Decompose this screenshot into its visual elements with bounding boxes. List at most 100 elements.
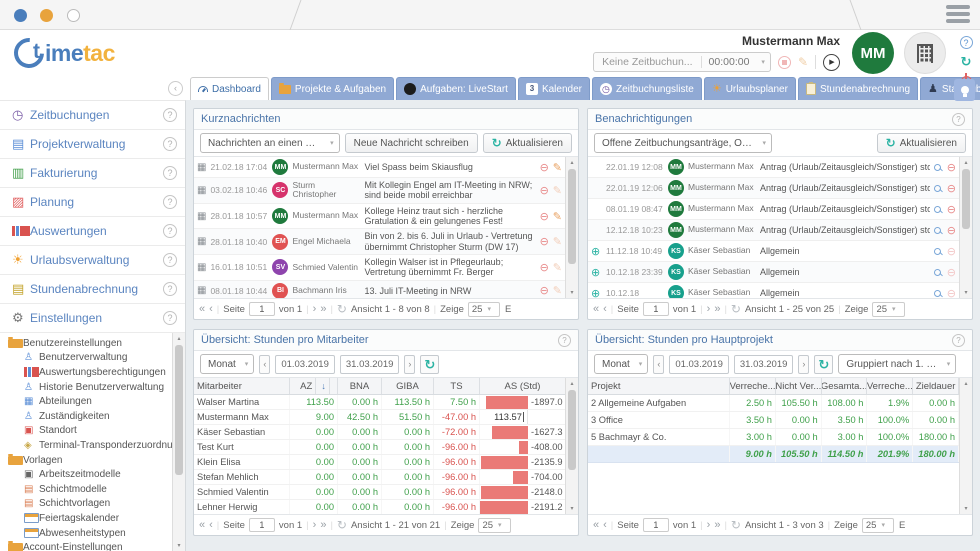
search-icon[interactable] [934, 248, 941, 255]
message-row[interactable]: ▦ 03.02.18 10:46 SC Sturm Christopher Mi… [194, 178, 565, 204]
delete-icon[interactable]: ⊖ [540, 184, 549, 197]
employee-row[interactable]: Lehner Herwig 0.00 0.00 h 0.00 h -96.00 … [194, 500, 565, 514]
window-dot-yellow[interactable] [40, 9, 53, 22]
prev-page-icon[interactable]: ‹ [603, 303, 607, 315]
next-page-icon[interactable]: › [707, 303, 711, 315]
page-input[interactable] [643, 518, 669, 532]
scroll-up-icon[interactable]: ▴ [173, 335, 185, 342]
help-icon[interactable]: ? [163, 137, 177, 151]
tree-scrollbar[interactable]: ▴ ▾ [172, 333, 185, 551]
refresh-icon[interactable]: ↻ [337, 518, 347, 532]
message-filter-select[interactable]: Nachrichten an einen Mitarbeiter, L ▾ [200, 133, 340, 153]
next-period-button[interactable]: › [798, 355, 809, 374]
dismiss-icon[interactable]: ⊖ [947, 182, 956, 195]
chevron-down-icon[interactable]: ▾ [756, 58, 770, 66]
scrollbar-thumb[interactable] [175, 345, 183, 475]
period-select[interactable]: Monat ▾ [200, 354, 254, 374]
scrollbar-thumb[interactable] [568, 169, 576, 264]
help-icon[interactable]: ? [163, 195, 177, 209]
notification-row[interactable]: ⊕ 12.12.18 10:23 MM Mustermann Max Antra… [588, 220, 959, 241]
menu-icon[interactable] [946, 5, 970, 26]
employee-row[interactable]: Stefan Mehlich 0.00 0.00 h 0.00 h -96.00… [194, 470, 565, 485]
collapse-tabs-icon[interactable]: ‹ [168, 81, 183, 96]
refresh-icon[interactable]: ↻ [731, 518, 741, 532]
help-icon[interactable]: ? [163, 166, 177, 180]
tab[interactable]: Stundenabrechnung [798, 77, 918, 100]
message-row[interactable]: ▦ 16.01.18 10:51 SV Schmied Valentin Kol… [194, 255, 565, 281]
prev-page-icon[interactable]: ‹ [209, 519, 213, 531]
help-icon[interactable]: ? [163, 311, 177, 325]
last-page-icon[interactable]: » [714, 303, 720, 315]
delete-icon[interactable]: ⊖ [540, 210, 549, 223]
sidebar-item[interactable]: ▤ Projektverwaltung ? [0, 130, 185, 159]
page-input[interactable] [643, 302, 669, 316]
dismiss-icon[interactable]: ⊖ [947, 245, 956, 258]
employee-table-header[interactable]: Mitarbeiter AZ↓ BNA GIBA TS AS (Std) [194, 378, 565, 395]
notification-row[interactable]: ⊕ 08.01.19 08:47 MM Mustermann Max Antra… [588, 199, 959, 220]
message-row[interactable]: ▦ 28.01.18 10:57 MM Mustermann Max Kolle… [194, 204, 565, 230]
play-button[interactable]: ▶ [823, 54, 840, 71]
tracking-task-select[interactable]: Keine Zeitbuchun... 00:00:00 ▾ [593, 52, 771, 72]
tree-item[interactable]: ▣ Arbeitszeitmodelle [0, 467, 172, 482]
search-icon[interactable] [934, 206, 941, 213]
sidebar-item[interactable]: ▨ Planung ? [0, 188, 185, 217]
tree-item[interactable]: ▦ Abteilungen [0, 394, 172, 409]
search-icon[interactable] [934, 227, 941, 234]
sidebar-item[interactable]: ▥ Fakturierung ? [0, 159, 185, 188]
help-icon[interactable]: ? [163, 253, 177, 267]
search-icon[interactable] [934, 290, 941, 297]
last-page-icon[interactable]: » [320, 519, 326, 531]
project-row[interactable]: 2 Allgemeine Aufgaben 2.50 h 105.50 h 10… [588, 395, 959, 412]
prev-page-icon[interactable]: ‹ [209, 303, 213, 315]
search-icon[interactable] [934, 164, 941, 171]
notification-row[interactable]: ⊕ 11.12.18 10:49 KS Käser Sebastian Allg… [588, 241, 959, 262]
refresh-icon[interactable]: ↻ [731, 302, 741, 316]
help-icon[interactable]: ? [163, 282, 177, 296]
page-input[interactable] [249, 302, 275, 316]
group-by-select[interactable]: Gruppiert nach 1. Ebe ▾ [838, 354, 956, 374]
stop-icon[interactable] [778, 56, 791, 69]
help-icon[interactable]: ? [163, 224, 177, 238]
sidebar-item[interactable]: Auswertungen ? [0, 217, 185, 246]
refresh-messages-button[interactable]: ↻ Aktualisieren [483, 133, 572, 153]
first-page-icon[interactable]: « [593, 303, 599, 315]
tab[interactable]: Dashboard [190, 77, 269, 100]
tab[interactable]: Projekte & Aufgaben [271, 77, 394, 100]
dismiss-icon[interactable]: ⊖ [947, 203, 956, 216]
edit-pencil-icon[interactable]: ✎ [553, 184, 562, 197]
help-icon[interactable]: ? [952, 334, 965, 347]
refresh-notifications-button[interactable]: ↻ Aktualisieren [877, 133, 966, 153]
tab[interactable]: Aufgaben: LiveStart [396, 77, 516, 100]
search-icon[interactable] [934, 269, 941, 276]
dismiss-icon[interactable]: ⊖ [947, 287, 956, 299]
date-to-input[interactable]: 31.03.2019 [734, 355, 794, 374]
next-page-icon[interactable]: › [313, 303, 317, 315]
refresh-icon[interactable]: ↻ [961, 55, 972, 68]
tree-item[interactable]: ▣ Standort [0, 424, 172, 439]
help-icon[interactable]: ? [952, 113, 965, 126]
notification-row[interactable]: ⊕ 10.12.18 KS Käser Sebastian Allgemein … [588, 283, 959, 298]
user-avatar[interactable]: MM [852, 32, 894, 74]
project-table-scrollbar[interactable]: ▴▾ [959, 378, 972, 514]
reload-button[interactable]: ↻ [420, 355, 439, 374]
tree-item[interactable]: ◈ Terminal-Transponderzuordnung [0, 438, 172, 453]
employee-row[interactable]: Schmied Valentin 0.00 0.00 h 0.00 h -96.… [194, 485, 565, 500]
messages-scrollbar[interactable]: ▴▾ [565, 157, 578, 298]
tree-item[interactable]: ▤ Schichtvorlagen [0, 497, 172, 512]
next-page-icon[interactable]: › [707, 519, 711, 531]
first-page-icon[interactable]: « [199, 519, 205, 531]
lightbulb-button[interactable] [954, 79, 975, 101]
window-dot-blue[interactable] [14, 9, 27, 22]
help-icon[interactable]: ? [960, 36, 973, 49]
help-icon[interactable]: ? [558, 334, 571, 347]
employee-row[interactable]: Klein Elisa 0.00 0.00 h 0.00 h -96.00 h … [194, 455, 565, 470]
tree-item[interactable]: ♙ Historie Benutzerverwaltung [0, 380, 172, 395]
tree-item[interactable]: ♙ Zuständigkeiten [0, 409, 172, 424]
help-icon[interactable]: ? [163, 108, 177, 122]
scroll-down-icon[interactable]: ▾ [173, 542, 185, 549]
edit-pencil-icon[interactable]: ✎ [553, 161, 562, 174]
date-to-input[interactable]: 31.03.2019 [340, 355, 400, 374]
reload-button[interactable]: ↻ [814, 355, 833, 374]
first-page-icon[interactable]: « [199, 303, 205, 315]
prev-page-icon[interactable]: ‹ [603, 519, 607, 531]
